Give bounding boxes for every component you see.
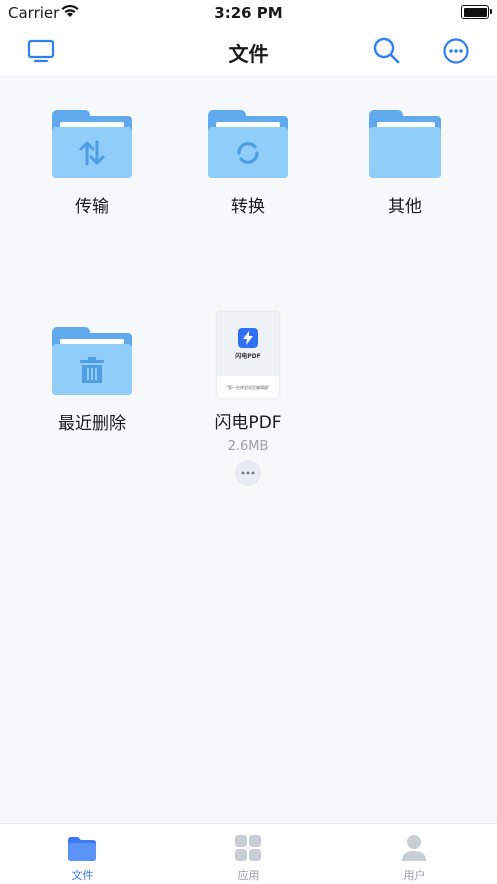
search-icon[interactable] <box>371 36 401 66</box>
convert-refresh-icon <box>237 141 259 164</box>
folder-label: 转换 <box>231 197 265 217</box>
thumbnail-slogan: "第一台体验语言编辑器" <box>226 385 270 390</box>
tab-label: 文件 <box>71 869 94 882</box>
folder-icon <box>208 110 288 182</box>
folder-convert[interactable]: 转换 <box>183 110 313 217</box>
more-options-icon[interactable] <box>441 36 471 66</box>
trash-icon <box>80 356 104 383</box>
file-size: 2.6MB <box>227 439 269 454</box>
folder-label: 最近删除 <box>58 414 126 434</box>
folder-icon <box>68 837 96 861</box>
folder-icon <box>52 327 132 399</box>
folder-other[interactable]: 其他 <box>340 110 470 217</box>
folder-transfer[interactable]: 传输 <box>27 110 157 217</box>
folder-recently-deleted[interactable]: 最近删除 <box>27 327 157 434</box>
file-thumbnail: 闪电PDF "第一台体验语言编辑器" <box>217 312 279 398</box>
tab-bar: 文件 应用 用户 <box>0 823 497 884</box>
file-item-pdf[interactable]: 闪电PDF "第一台体验语言编辑器" 闪电PDF 2.6MB <box>183 312 313 486</box>
nav-bar: 文件 <box>0 26 497 77</box>
apps-grid-icon <box>235 835 261 861</box>
tab-apps[interactable]: 应用 <box>166 824 331 884</box>
status-time: 3:26 PM <box>214 4 283 22</box>
ellipsis-icon <box>241 471 255 475</box>
file-name: 闪电PDF <box>214 413 282 433</box>
tab-label: 应用 <box>237 869 260 882</box>
tab-files[interactable]: 文件 <box>0 824 165 884</box>
folder-label: 其他 <box>388 197 422 217</box>
folder-icon <box>52 110 132 182</box>
tab-user[interactable]: 用户 <box>332 824 497 884</box>
battery-icon <box>461 5 492 19</box>
folder-icon <box>369 110 441 182</box>
user-icon <box>402 835 426 861</box>
lightning-logo-icon <box>238 328 258 348</box>
page-title: 文件 <box>228 42 269 66</box>
folder-label: 传输 <box>75 197 109 217</box>
transfer-arrows-icon <box>79 140 105 165</box>
thumbnail-title: 闪电PDF <box>235 353 261 360</box>
status-bar: Carrier 3:26 PM <box>0 0 497 26</box>
tab-label: 用户 <box>403 869 426 882</box>
file-more-button[interactable] <box>235 460 261 486</box>
